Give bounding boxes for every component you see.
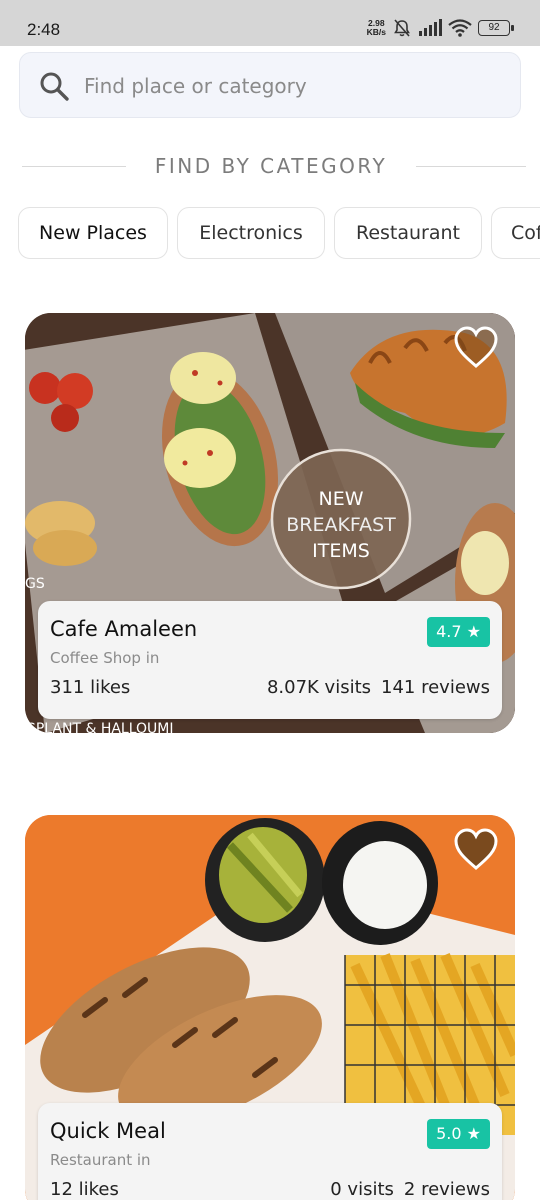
promo-line-1: NEW: [318, 488, 363, 510]
divider-right: [416, 166, 526, 167]
rating-badge: 5.0 ★: [427, 1119, 490, 1149]
signal-icon: [419, 19, 442, 36]
visits-count: 0 visits: [330, 1179, 394, 1200]
place-info-panel[interactable]: Cafe Amaleen 4.7 ★ Coffee Shop in 311 li…: [38, 601, 502, 719]
category-chips[interactable]: New Places Electronics Restaurant Cof: [18, 207, 540, 261]
place-name: Cafe Amaleen: [50, 617, 198, 641]
status-bar: 2:48 2.98 KB/s 92: [0, 0, 540, 46]
reviews-count: 2 reviews: [403, 1179, 490, 1200]
chip-new-places[interactable]: New Places: [18, 207, 168, 259]
promo-side-text: GS: [25, 576, 45, 592]
promo-line-3: ITEMS: [312, 540, 370, 562]
place-info-panel[interactable]: Quick Meal 5.0 ★ Restaurant in 12 likes …: [38, 1103, 502, 1200]
battery-indicator: 92: [478, 20, 514, 36]
chip-cof[interactable]: Cof: [491, 207, 540, 259]
search-bar[interactable]: [19, 52, 521, 118]
network-speed-unit: KB/s: [366, 27, 386, 37]
divider-left: [22, 166, 126, 167]
likes-count: 12 likes: [50, 1179, 119, 1200]
promo-corner-text: GPLANT & HALLOUMI: [25, 721, 174, 733]
place-card[interactable]: Quick Meal 5.0 ★ Restaurant in 12 likes …: [25, 815, 515, 1200]
place-card[interactable]: NEW BREAKFAST ITEMS GS GPLANT & HALLOUMI…: [25, 313, 515, 733]
status-time: 2:48: [27, 20, 61, 39]
favorite-heart-icon[interactable]: [453, 827, 499, 873]
mute-bell-icon: [394, 19, 410, 37]
place-name: Quick Meal: [50, 1119, 166, 1143]
promo-line-2: BREAKFAST: [286, 514, 396, 536]
search-icon: [40, 72, 69, 101]
category-section-title: FIND BY CATEGORY: [154, 154, 388, 178]
network-speed: 2.98 KB/s: [367, 19, 386, 37]
visits-count: 8.07K visits: [266, 677, 372, 698]
chip-restaurant[interactable]: Restaurant: [334, 207, 482, 259]
place-category: Coffee Shop in: [50, 649, 160, 667]
rating-badge: 4.7 ★: [427, 617, 490, 647]
reviews-count: 141 reviews: [381, 677, 490, 698]
place-stats: 8.07K visits 141 reviews: [267, 677, 490, 698]
wifi-icon: [448, 19, 472, 37]
likes-count: 311 likes: [50, 677, 131, 698]
category-section-header: FIND BY CATEGORY: [0, 152, 540, 182]
place-stats: 0 visits 2 reviews: [330, 1179, 490, 1200]
place-category: Restaurant in: [50, 1151, 151, 1169]
chip-electronics[interactable]: Electronics: [177, 207, 325, 259]
search-input[interactable]: [84, 65, 504, 107]
status-icons: 2.98 KB/s 92: [367, 18, 514, 38]
favorite-heart-icon[interactable]: [453, 325, 499, 371]
